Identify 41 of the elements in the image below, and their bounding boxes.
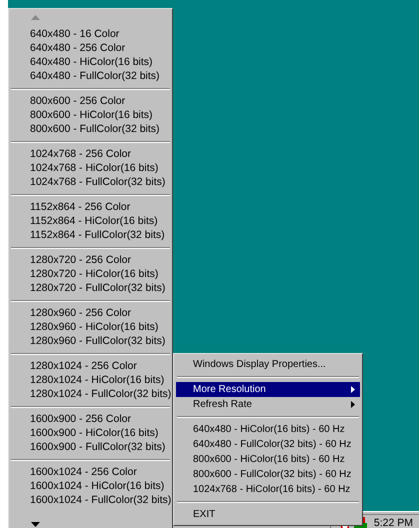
menu-item[interactable]: More Resolution	[176, 382, 360, 397]
menu-item[interactable]: 1152x864 - HiColor(16 bits)	[9, 214, 172, 228]
menu-item[interactable]: 1024x768 - 256 Color	[9, 147, 172, 161]
menu-item[interactable]: Refresh Rate	[176, 397, 360, 412]
menu-item[interactable]: 1280x720 - 256 Color	[9, 253, 172, 267]
submenu-arrow-icon	[351, 386, 355, 393]
menu-item[interactable]: 1600x900 - FullColor(32 bits)	[9, 440, 172, 454]
menu-item[interactable]: 1280x1024 - HiColor(16 bits)	[9, 373, 172, 387]
menu-item[interactable]: 1280x720 - HiColor(16 bits)	[9, 267, 172, 281]
clock: 5:22 PM	[374, 517, 413, 528]
menu-item[interactable]: 1280x960 - 256 Color	[9, 306, 172, 320]
menu-item[interactable]: 1280x1024 - 256 Color	[9, 359, 172, 373]
menu-item[interactable]: 1600x1024 - HiColor(16 bits)	[9, 479, 172, 493]
menu-item[interactable]: 640x480 - FullColor(32 bits)	[9, 69, 172, 83]
menu-item[interactable]: 640x480 - 16 Color	[9, 27, 172, 41]
menu-item[interactable]: 1600x1024 - FullColor(32 bits)	[9, 493, 172, 507]
menu-item[interactable]: 800x600 - HiColor(16 bits)	[9, 108, 172, 122]
menu-item[interactable]: 640x480 - FullColor(32 bits) - 60 Hz	[176, 437, 360, 452]
menu-item[interactable]: Windows Display Properties...	[176, 357, 360, 372]
menu-item[interactable]: 1152x864 - FullColor(32 bits)	[9, 228, 172, 242]
menu-item[interactable]: 1280x960 - HiColor(16 bits)	[9, 320, 172, 334]
menu-item[interactable]: 640x480 - 256 Color	[9, 41, 172, 55]
menu-item[interactable]: 800x600 - HiColor(16 bits) - 60 Hz	[176, 452, 360, 467]
menu-item[interactable]: 640x480 - HiColor(16 bits)	[9, 55, 172, 69]
menu-item[interactable]: 1024x768 - HiColor(16 bits) - 60 Hz	[176, 482, 360, 497]
menu-item[interactable]: EXIT	[176, 507, 360, 522]
menu-item[interactable]: 1280x960 - FullColor(32 bits)	[9, 334, 172, 348]
menu-item[interactable]: 1600x900 - HiColor(16 bits)	[9, 426, 172, 440]
menu-item[interactable]: 1280x720 - FullColor(32 bits)	[9, 281, 172, 295]
menu-item[interactable]: 1024x768 - HiColor(16 bits)	[9, 161, 172, 175]
menu-item[interactable]: 1280x1024 - FullColor(32 bits)	[9, 387, 172, 401]
scroll-down-icon[interactable]	[31, 522, 40, 527]
menu-item[interactable]: 800x600 - 256 Color	[9, 94, 172, 108]
menu-item[interactable]: 1600x900 - 256 Color	[9, 412, 172, 426]
submenu-arrow-icon	[351, 401, 355, 408]
menu-item[interactable]: 1024x768 - FullColor(32 bits)	[9, 175, 172, 189]
menu-item[interactable]: 1152x864 - 256 Color	[9, 200, 172, 214]
menu-item[interactable]: 800x600 - FullColor(32 bits) - 60 Hz	[176, 467, 360, 482]
menu-item[interactable]: 640x480 - HiColor(16 bits) - 60 Hz	[176, 422, 360, 437]
menu-item[interactable]: 800x600 - FullColor(32 bits)	[9, 122, 172, 136]
menu-item[interactable]: 1600x1024 - 256 Color	[9, 465, 172, 479]
